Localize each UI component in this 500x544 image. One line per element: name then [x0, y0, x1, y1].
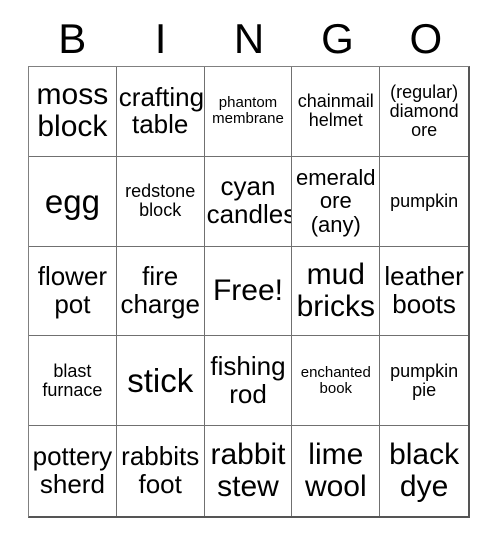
- bingo-cell-g3[interactable]: mud bricks: [292, 246, 381, 337]
- bingo-cell-label: stick: [127, 362, 194, 400]
- free-space-label: Free!: [212, 273, 283, 307]
- bingo-cell-label: black dye: [389, 438, 460, 504]
- header-letter-g: G: [321, 15, 354, 62]
- header-letter-i: I: [154, 15, 167, 62]
- bingo-cell-label: flower pot: [37, 261, 108, 319]
- header-letter-n: N: [233, 15, 265, 62]
- bingo-cell-label: fishing rod: [210, 350, 286, 409]
- bingo-cell-label: leather boots: [384, 261, 464, 319]
- bingo-cell-label: chainmail helmet: [297, 91, 374, 131]
- bingo-cell-label: blast furnace: [42, 360, 103, 400]
- bingo-cell-o4[interactable]: pumpkin pie: [380, 336, 468, 427]
- header-letter-b: B: [58, 15, 87, 62]
- bingo-cell-label: pumpkin: [390, 190, 459, 211]
- bingo-cell-n2[interactable]: cyan candles: [204, 156, 293, 247]
- bingo-cell-label: (regular) diamond ore: [389, 81, 459, 141]
- bingo-cell-label: rabbits foot: [121, 441, 200, 500]
- bingo-cell-label: mud bricks: [296, 257, 375, 323]
- bingo-cell-label: crafting table: [118, 81, 205, 140]
- bingo-cell-i2[interactable]: redstone block: [116, 156, 205, 247]
- bingo-cell-g2[interactable]: emerald ore (any): [292, 156, 381, 247]
- bingo-cell-label: moss block: [36, 78, 109, 144]
- bingo-cell-label: rabbit stew: [210, 438, 286, 504]
- bingo-cell-i4[interactable]: stick: [116, 336, 205, 427]
- bingo-cell-g1[interactable]: chainmail helmet: [292, 67, 381, 157]
- bingo-cell-i3[interactable]: fire charge: [116, 246, 205, 337]
- bingo-cell-b1[interactable]: moss block: [29, 67, 117, 157]
- bingo-cell-i1[interactable]: crafting table: [116, 67, 205, 157]
- bingo-cell-o3[interactable]: leather boots: [380, 246, 468, 337]
- bingo-cell-label: pottery sherd: [32, 441, 113, 500]
- bingo-cell-label: enchanted book: [300, 363, 371, 397]
- bingo-cell-b4[interactable]: blast furnace: [29, 336, 117, 427]
- bingo-cell-label: redstone block: [125, 180, 196, 221]
- bingo-cell-g4[interactable]: enchanted book: [292, 336, 381, 427]
- bingo-cell-b3[interactable]: flower pot: [29, 246, 117, 337]
- bingo-cell-n4[interactable]: fishing rod: [204, 336, 293, 427]
- bingo-grid: moss block crafting table phantom membra…: [28, 66, 470, 518]
- bingo-cell-free-space[interactable]: Free!: [204, 246, 293, 337]
- bingo-cell-label: phantom membrane: [212, 94, 284, 128]
- bingo-cell-b5[interactable]: pottery sherd: [29, 426, 117, 516]
- bingo-cell-o2[interactable]: pumpkin: [380, 156, 468, 247]
- bingo-cell-i5[interactable]: rabbits foot: [116, 426, 205, 516]
- bingo-cell-label: egg: [44, 182, 100, 220]
- bingo-header: B I N G O: [28, 12, 470, 66]
- bingo-cell-label: emerald ore (any): [296, 164, 376, 237]
- bingo-cell-label: lime wool: [304, 438, 367, 504]
- bingo-cell-label: fire charge: [120, 261, 200, 319]
- bingo-cell-label: cyan candles: [206, 171, 293, 230]
- bingo-cell-o5[interactable]: black dye: [380, 426, 468, 516]
- bingo-cell-o1[interactable]: (regular) diamond ore: [380, 67, 468, 157]
- bingo-cell-n5[interactable]: rabbit stew: [204, 426, 293, 516]
- bingo-cell-label: pumpkin pie: [390, 360, 459, 400]
- bingo-cell-b2[interactable]: egg: [29, 156, 117, 247]
- bingo-card: B I N G O moss block crafting table phan…: [0, 0, 500, 544]
- header-letter-o: O: [409, 15, 443, 62]
- bingo-cell-g5[interactable]: lime wool: [292, 426, 381, 516]
- bingo-cell-n1[interactable]: phantom membrane: [204, 67, 293, 157]
